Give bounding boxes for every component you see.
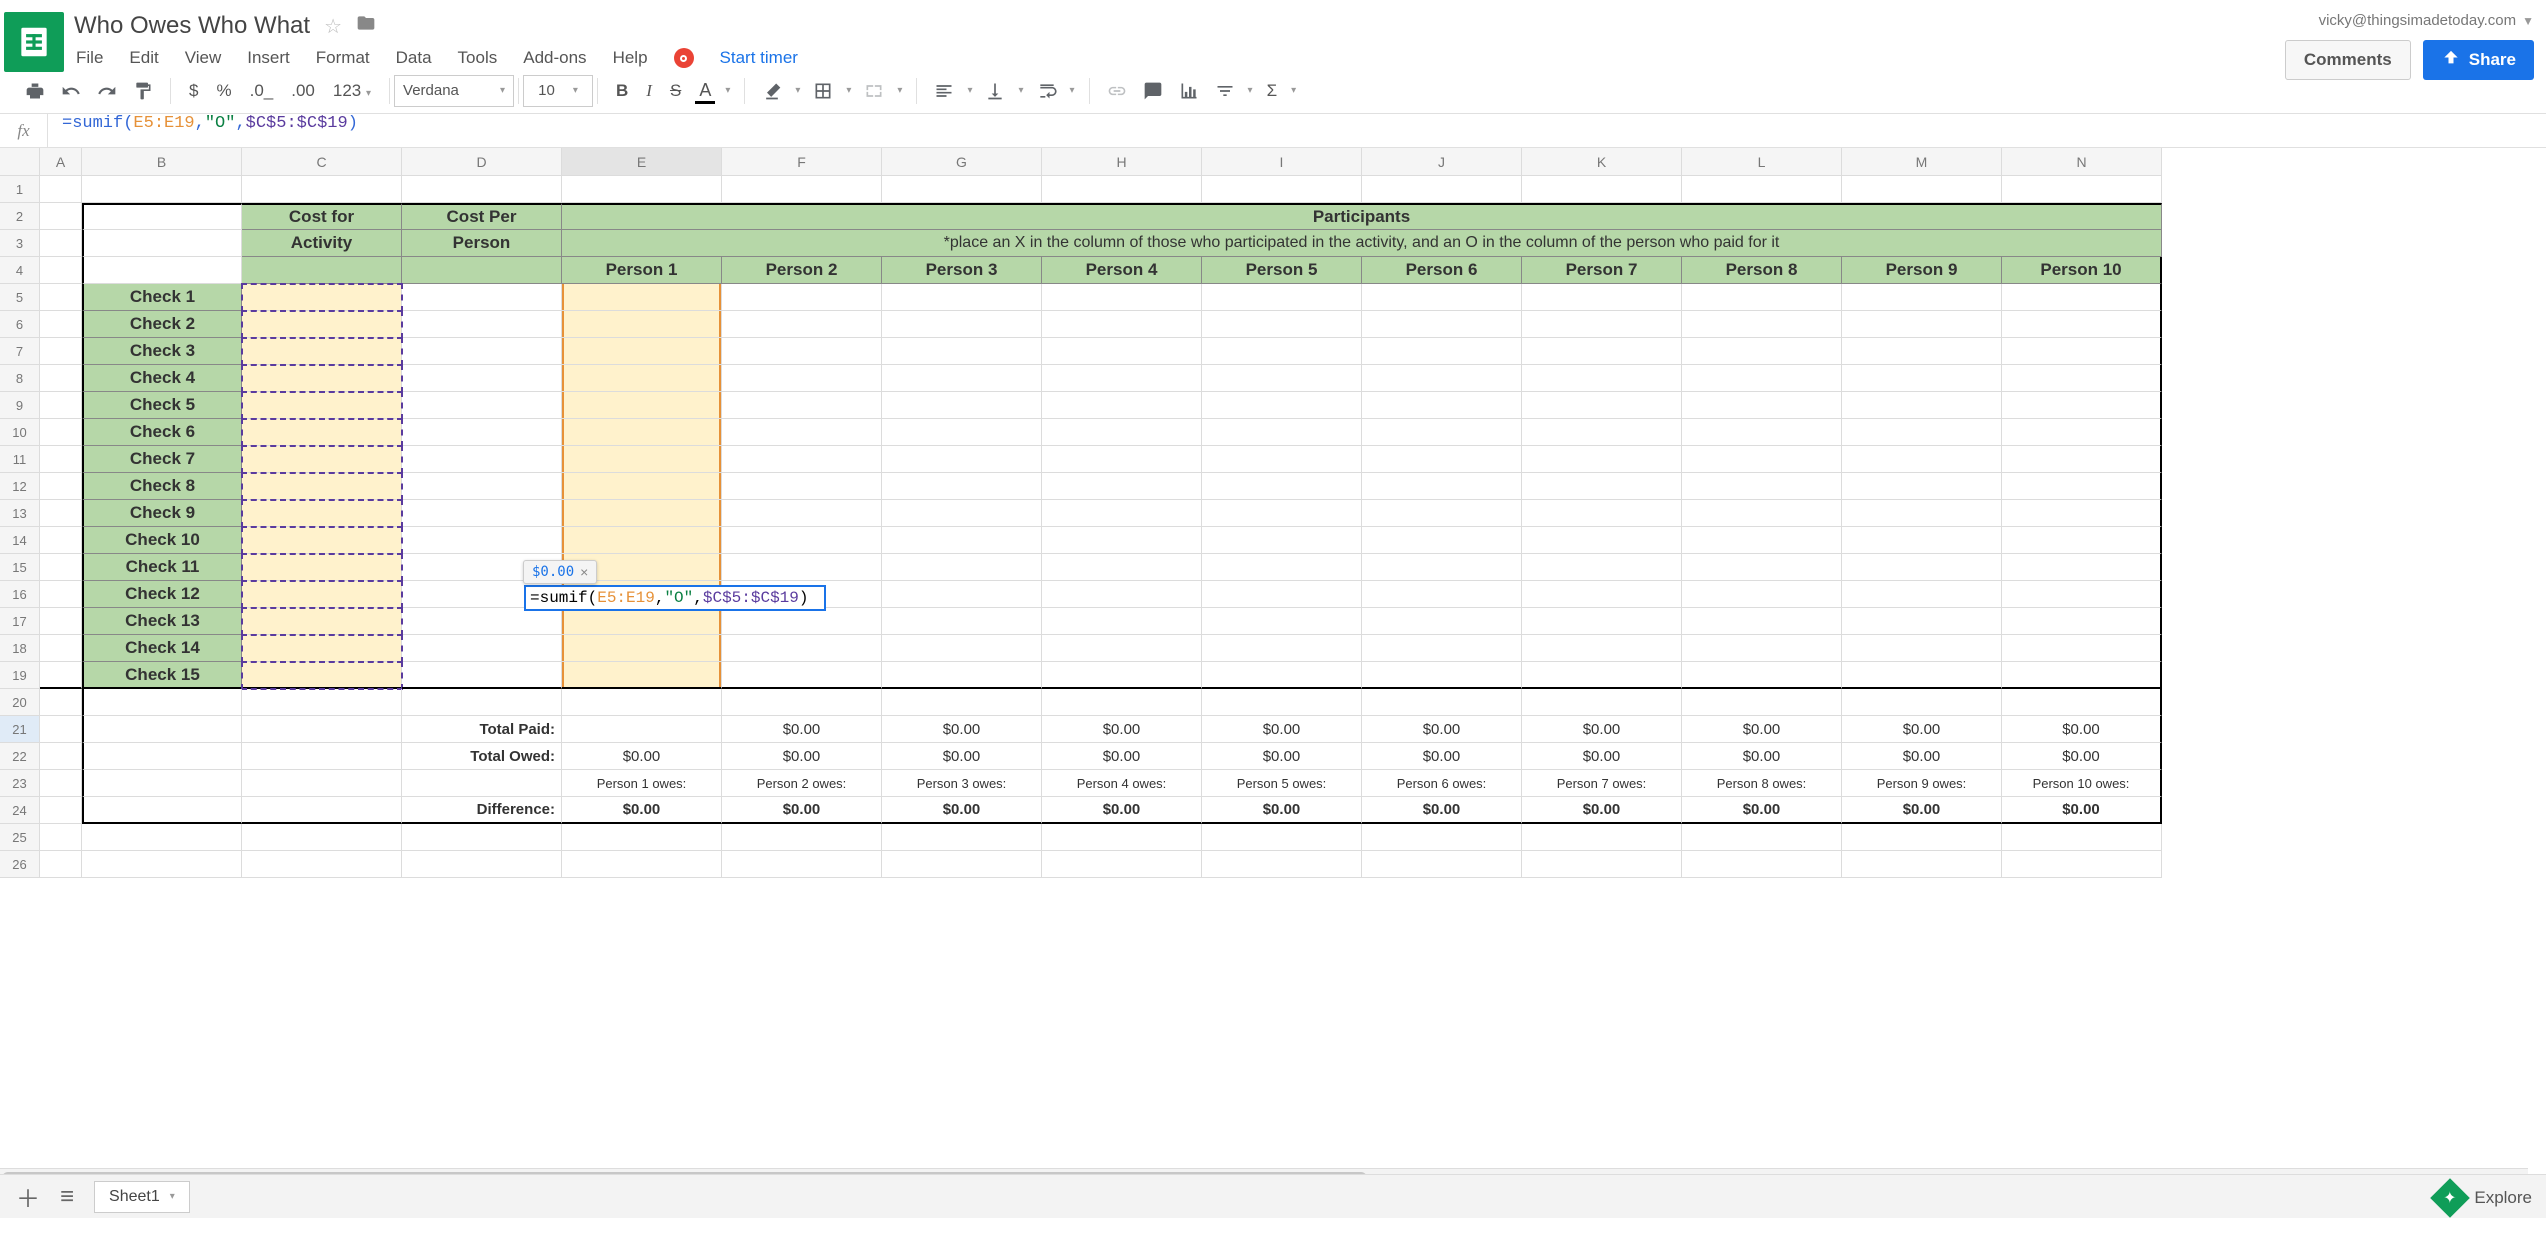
app-header: Who Owes Who What ☆ File Edit View Inser…	[0, 0, 2546, 64]
text-color-icon[interactable]: A	[695, 80, 715, 101]
dec-decrease-icon[interactable]: .0_	[246, 81, 278, 101]
menu-insert[interactable]: Insert	[247, 48, 290, 68]
link-icon[interactable]	[1104, 78, 1130, 104]
currency-icon[interactable]: $	[185, 81, 202, 101]
active-cell-editor[interactable]: =sumif(E5:E19,"O",$C$5:$C$19)	[524, 585, 826, 611]
undo-icon[interactable]	[58, 78, 84, 104]
menu-file[interactable]: File	[76, 48, 103, 68]
formula-result-hint: $0.00×	[523, 560, 597, 584]
explore-button[interactable]: ✦ Explore	[2436, 1184, 2532, 1212]
menu-help[interactable]: Help	[613, 48, 648, 68]
bold-icon[interactable]: B	[612, 81, 632, 101]
timer-link[interactable]: Start timer	[720, 48, 798, 68]
sheet-footer: ＋ ≡ Sheet1▾ ✦ Explore	[0, 1174, 2546, 1218]
fill-color-icon[interactable]	[759, 78, 785, 104]
font-select[interactable]: Verdana▾	[394, 75, 514, 107]
doc-title[interactable]: Who Owes Who What	[74, 12, 310, 40]
number-format-select[interactable]: 123 ▾	[329, 81, 375, 101]
folder-icon[interactable]	[356, 13, 376, 39]
timer-icon[interactable]	[674, 48, 694, 68]
filter-icon[interactable]	[1212, 78, 1238, 104]
user-email[interactable]: vicky@thingsimadetoday.com	[2319, 12, 2523, 29]
comment-icon[interactable]	[1140, 78, 1166, 104]
menu-format[interactable]: Format	[316, 48, 370, 68]
formula-input[interactable]: =sumif(E5:E19,"O",$C$5:$C$19)	[48, 114, 2546, 147]
italic-icon[interactable]: I	[642, 81, 656, 101]
sheet-tab[interactable]: Sheet1▾	[94, 1181, 190, 1213]
h-align-icon[interactable]	[931, 78, 957, 104]
font-size-select[interactable]: 10▾	[523, 75, 593, 107]
menu-edit[interactable]: Edit	[129, 48, 158, 68]
strikethrough-icon[interactable]: S	[666, 81, 685, 101]
add-sheet-icon[interactable]: ＋	[16, 1179, 40, 1214]
formula-bar: fx =sumif(E5:E19,"O",$C$5:$C$19)	[0, 114, 2546, 148]
all-sheets-icon[interactable]: ≡	[60, 1183, 74, 1211]
functions-icon[interactable]: Σ	[1263, 81, 1282, 101]
star-icon[interactable]: ☆	[324, 14, 342, 39]
account-dropdown-icon[interactable]: ▼	[2522, 14, 2534, 28]
chart-icon[interactable]	[1176, 78, 1202, 104]
close-icon[interactable]: ×	[580, 564, 588, 580]
sheets-logo[interactable]	[4, 12, 64, 72]
fx-icon[interactable]: fx	[0, 114, 48, 147]
menu-bar: File Edit View Insert Format Data Tools …	[74, 40, 2285, 68]
print-icon[interactable]	[22, 78, 48, 104]
toolbar: $ % .0_ .00 123 ▾ Verdana▾ 10▾ B I S A▾ …	[0, 68, 2546, 114]
share-button[interactable]: Share	[2423, 40, 2534, 80]
menu-addons[interactable]: Add-ons	[523, 48, 586, 68]
v-align-icon[interactable]	[982, 78, 1008, 104]
percent-icon[interactable]: %	[212, 81, 235, 101]
merge-cells-icon[interactable]	[861, 78, 887, 104]
text-wrap-icon[interactable]	[1034, 78, 1060, 104]
menu-data[interactable]: Data	[396, 48, 432, 68]
menu-tools[interactable]: Tools	[458, 48, 498, 68]
borders-icon[interactable]	[810, 78, 836, 104]
redo-icon[interactable]	[94, 78, 120, 104]
comments-button[interactable]: Comments	[2285, 40, 2411, 80]
dec-increase-icon[interactable]: .00	[287, 81, 319, 101]
menu-view[interactable]: View	[185, 48, 222, 68]
sheet-grid[interactable]: ABCDEFGHIJKLMN12Cost forCost PerParticip…	[0, 148, 2546, 1218]
paint-format-icon[interactable]	[130, 78, 156, 104]
